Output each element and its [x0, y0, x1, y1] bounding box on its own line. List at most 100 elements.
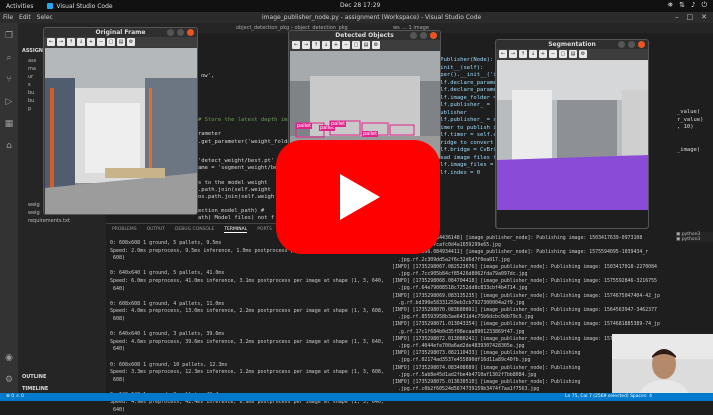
- pan-right-icon[interactable]: →: [509, 50, 517, 58]
- pan-up-icon[interactable]: ↑: [519, 50, 527, 58]
- code-line: elf.image_folder =: [437, 95, 500, 103]
- menu-selection[interactable]: Selec: [37, 14, 53, 21]
- code-line: r_value): [677, 117, 704, 125]
- save-icon[interactable]: ▤: [362, 41, 370, 49]
- zoom-fit-icon[interactable]: ▢: [107, 38, 115, 46]
- pan-right-icon[interactable]: →: [57, 38, 65, 46]
- tab-debug-console[interactable]: DEBUG CONSOLE: [175, 227, 214, 233]
- system-tray[interactable]: ⛯ ⇅ ♪ ⏻: [668, 1, 708, 10]
- minimize-icon[interactable]: –: [675, 13, 679, 21]
- volume-icon[interactable]: ♪: [691, 1, 695, 10]
- code-line: s to the model weight: [198, 180, 268, 186]
- code-line: , 10): [677, 124, 704, 132]
- properties-icon[interactable]: ⚙: [127, 38, 135, 46]
- pan-down-icon[interactable]: ↓: [322, 41, 330, 49]
- source-control-icon[interactable]: ⑂: [6, 75, 11, 85]
- menu-edit[interactable]: Edit: [19, 14, 31, 21]
- terminal-line: [110, 324, 384, 332]
- pan-down-icon[interactable]: ↓: [77, 38, 85, 46]
- terminal-line: [INFO] [1735298069.083135235] [image_pub…: [392, 293, 660, 300]
- activity-bar: ❐ ⌕ ⑂ ▷ ▦ ⌂ ◉ ⚙: [0, 23, 18, 401]
- close-icon[interactable]: ✕: [701, 13, 707, 21]
- settings-gear-icon[interactable]: ⚙: [5, 375, 13, 385]
- app-menu[interactable]: Visual Studio Code: [47, 3, 112, 10]
- maximize-icon[interactable]: □: [687, 13, 694, 21]
- code-line: Read image files fr: [437, 155, 500, 163]
- vscode-icon: [47, 3, 53, 9]
- zoom-in-icon[interactable]: +: [539, 50, 547, 58]
- minimize-icon[interactable]: [410, 32, 417, 39]
- save-icon[interactable]: ▤: [569, 50, 577, 58]
- minimize-icon[interactable]: [618, 41, 625, 48]
- pan-left-icon[interactable]: ←: [47, 38, 55, 46]
- video-play-button[interactable]: [276, 140, 440, 254]
- problems-count[interactable]: ⊗ 0 ⚠ 0: [6, 394, 24, 399]
- outline-section[interactable]: OUTLINE: [18, 371, 106, 383]
- zoom-out-icon[interactable]: −: [549, 50, 557, 58]
- power-icon[interactable]: ⏻: [701, 1, 707, 10]
- remote-icon[interactable]: ⌂: [6, 141, 12, 151]
- code-line: # Store the latest depth image: [198, 117, 297, 123]
- zoom-fit-icon[interactable]: ▢: [559, 50, 567, 58]
- zoom-out-icon[interactable]: −: [97, 38, 105, 46]
- properties-icon[interactable]: ⚙: [372, 41, 380, 49]
- terminal-line: [110, 384, 384, 392]
- original-frame-window[interactable]: Original Frame ← → ↑ ↓ + − ▢ ▤ ⚙: [43, 27, 198, 215]
- app-name: Visual Studio Code: [56, 3, 112, 10]
- activities-button[interactable]: Activities: [6, 3, 33, 10]
- pan-up-icon[interactable]: ↑: [312, 41, 320, 49]
- terminal-item[interactable]: ▣ python3: [676, 237, 713, 242]
- window-title-bar: Segmentation: [496, 40, 648, 49]
- pan-right-icon[interactable]: →: [302, 41, 310, 49]
- menu-bar: File Edit Selec: [3, 14, 53, 21]
- explorer-icon[interactable]: ❐: [5, 31, 13, 41]
- tab-terminal[interactable]: TERMINAL: [224, 227, 247, 233]
- pan-down-icon[interactable]: ↓: [529, 50, 537, 58]
- terminal-line: 640): [110, 346, 384, 354]
- terminal-output[interactable]: 0: 608x608 1 ground, 5 pallets, 9.5msSpe…: [110, 240, 384, 415]
- search-icon[interactable]: ⌕: [6, 53, 11, 63]
- maximize-icon[interactable]: [420, 32, 427, 39]
- code-line: elf.publisher_ =: [437, 102, 500, 110]
- close-icon[interactable]: [638, 41, 645, 48]
- terminal-line: 640): [110, 286, 384, 294]
- code-line: uper().__init__('im: [437, 72, 500, 80]
- close-icon[interactable]: [430, 32, 437, 39]
- extensions-icon[interactable]: ▦: [5, 119, 14, 129]
- run-debug-icon[interactable]: ▷: [6, 97, 13, 107]
- zoom-out-icon[interactable]: −: [342, 41, 350, 49]
- code-line: elf.image_files = s: [437, 162, 500, 170]
- terminal-line: 608): [110, 377, 384, 385]
- code-line: _value): [677, 109, 704, 117]
- segmentation-window[interactable]: Segmentation ← → ↑ ↓ + − ▢ ▤ ⚙: [495, 39, 649, 229]
- zoom-in-icon[interactable]: +: [332, 41, 340, 49]
- maximize-icon[interactable]: [628, 41, 635, 48]
- properties-icon[interactable]: ⚙: [579, 50, 587, 58]
- pan-up-icon[interactable]: ↑: [67, 38, 75, 46]
- tab-ports[interactable]: PORTS: [257, 227, 272, 233]
- tab-problems[interactable]: PROBLEMS: [112, 227, 137, 233]
- maximize-icon[interactable]: [177, 29, 184, 36]
- cursor-position[interactable]: Ln 75, Col 7 (2569 selected) Spaces: 4: [565, 394, 652, 399]
- pan-left-icon[interactable]: ←: [292, 41, 300, 49]
- close-icon[interactable]: [187, 29, 194, 36]
- accessibility-icon[interactable]: ⛯: [668, 1, 674, 10]
- account-icon[interactable]: ◉: [5, 353, 13, 363]
- window-title: Detected Objects: [335, 32, 393, 39]
- window-title: image_publisher_node.py - assignment (Wo…: [262, 14, 481, 21]
- window-title-bar: File Edit Selec image_publisher_node.py …: [0, 12, 713, 23]
- network-icon[interactable]: ⇅: [679, 1, 685, 10]
- save-icon[interactable]: ▤: [117, 38, 125, 46]
- terminal-line: [INFO] [1735298070.083680091] [image_pub…: [392, 307, 660, 314]
- zoom-in-icon[interactable]: +: [87, 38, 95, 46]
- tree-item-requirements[interactable]: requirements.txt: [18, 217, 80, 225]
- detection-label: pallet: [330, 121, 346, 127]
- code-line: elf.declare_paramet: [437, 87, 500, 95]
- menu-file[interactable]: File: [3, 14, 13, 21]
- tab-output[interactable]: OUTPUT: [147, 227, 165, 233]
- clock[interactable]: Dec 28 17:29: [340, 2, 380, 9]
- code-line: [677, 132, 704, 140]
- zoom-fit-icon[interactable]: ▢: [352, 41, 360, 49]
- pan-left-icon[interactable]: ←: [499, 50, 507, 58]
- minimize-icon[interactable]: [167, 29, 174, 36]
